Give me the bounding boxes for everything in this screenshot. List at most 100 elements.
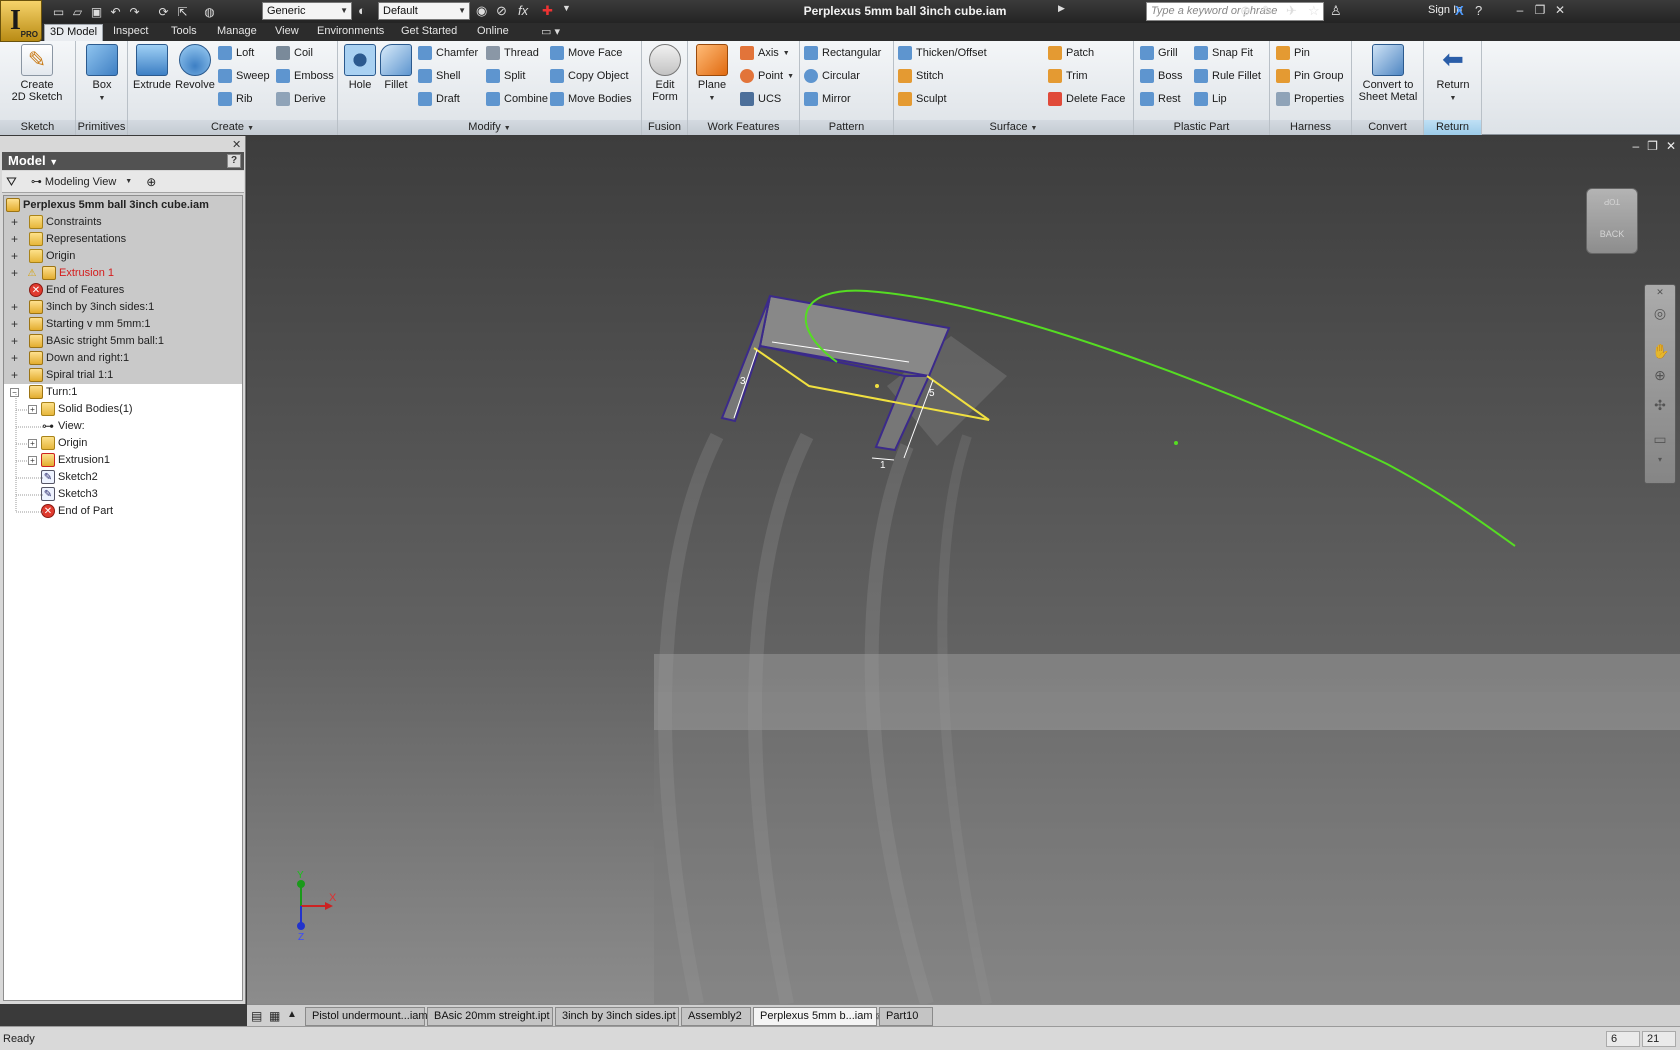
binoculars-icon[interactable]: ⊕	[1240, 3, 1251, 19]
new-icon[interactable]: ▭	[50, 3, 67, 20]
boss-button[interactable]: Boss	[1140, 66, 1182, 86]
zoom-icon[interactable]: ⊕	[1652, 367, 1668, 383]
close-icon[interactable]: ✕	[1552, 3, 1568, 19]
cascade-windows-icon[interactable]: ▦	[269, 1009, 280, 1023]
pin-group-button[interactable]: Pin Group	[1276, 66, 1344, 86]
emboss-button[interactable]: Emboss	[276, 66, 334, 86]
point-button[interactable]: Point ▼	[740, 66, 794, 86]
tab-scroll-icon[interactable]: ▲	[287, 1009, 297, 1020]
help-search-input[interactable]: Type a keyword or phrase	[1146, 2, 1324, 21]
browser-header[interactable]: Model ▼ ?	[2, 152, 244, 170]
doc-tab-pistol[interactable]: Pistol undermount...iam	[305, 1007, 428, 1026]
orbit-icon[interactable]: ✣	[1652, 397, 1668, 413]
thicken-offset-button[interactable]: Thicken/Offset	[898, 43, 987, 63]
revolve-button[interactable]: Revolve	[172, 44, 218, 91]
return-button[interactable]: ⬅ Return ▼	[1430, 44, 1476, 105]
tab-options-icon[interactable]: ▭ ▾	[536, 24, 565, 41]
convert-to-sheet-metal-button[interactable]: Convert to Sheet Metal	[1356, 44, 1420, 103]
doc-tab-assembly2[interactable]: Assembly2	[681, 1007, 751, 1026]
browser-close-icon[interactable]: ✕	[232, 138, 241, 151]
coil-button[interactable]: Coil	[276, 43, 313, 63]
panel-label-surface[interactable]: Surface ▼	[894, 120, 1133, 135]
circular-pattern-button[interactable]: Circular	[804, 66, 860, 86]
fillet-button[interactable]: Fillet	[378, 44, 414, 91]
snap-fit-button[interactable]: Snap Fit	[1194, 43, 1253, 63]
stitch-button[interactable]: Stitch	[898, 66, 944, 86]
subscription-icon[interactable]: ✈	[1286, 3, 1297, 19]
material-icon[interactable]: ◍	[201, 3, 218, 20]
viewcube[interactable]: TOP BACK	[1586, 188, 1638, 254]
patch-button[interactable]: Patch	[1048, 43, 1094, 63]
doc-tab-basic-20mm[interactable]: BAsic 20mm streight.ipt	[427, 1007, 553, 1026]
doc-tab-part10[interactable]: Part10	[879, 1007, 933, 1026]
properties-button[interactable]: Properties	[1276, 89, 1344, 109]
exchange-icon[interactable]: X	[1455, 3, 1464, 18]
viewcube-back-face[interactable]: BACK	[1587, 229, 1637, 239]
plane-button[interactable]: Plane ▼	[692, 44, 732, 105]
shell-button[interactable]: Shell	[418, 66, 460, 86]
tab-manage[interactable]: Manage	[212, 24, 262, 41]
pan-hand-icon[interactable]: ✋	[1652, 343, 1669, 359]
browser-help-icon[interactable]: ?	[227, 154, 241, 168]
box-button[interactable]: Box ▼	[82, 44, 122, 105]
filter-icon[interactable]: ⛛	[6, 174, 17, 190]
thread-button[interactable]: Thread	[486, 43, 539, 63]
combine-button[interactable]: Combine	[486, 89, 548, 109]
rest-button[interactable]: Rest	[1140, 89, 1181, 109]
steering-wheel-icon[interactable]: ◎	[1652, 305, 1668, 321]
sweep-button[interactable]: Sweep	[218, 66, 270, 86]
favorites-star-icon[interactable]: ☆	[1308, 3, 1320, 19]
axis-button[interactable]: Axis ▼	[740, 43, 790, 63]
navbar-menu-icon[interactable]: ▾	[1652, 455, 1668, 471]
ilogic-icon[interactable]: ✚	[542, 3, 553, 19]
tab-get-started[interactable]: Get Started	[396, 24, 462, 41]
clear-icon[interactable]: ⊘	[496, 3, 507, 19]
look-at-icon[interactable]: ▭	[1652, 431, 1668, 447]
hole-button[interactable]: Hole	[342, 44, 378, 91]
title-arrow-icon[interactable]: ▶	[1058, 3, 1065, 14]
chamfer-button[interactable]: Chamfer	[418, 43, 478, 63]
restore-icon[interactable]: ❐	[1532, 3, 1548, 19]
tab-inspect[interactable]: Inspect	[108, 24, 153, 41]
extrude-button[interactable]: Extrude	[130, 44, 174, 91]
save-icon[interactable]: ▣	[88, 3, 105, 20]
ucs-button[interactable]: UCS	[740, 89, 781, 109]
find-binoculars-icon[interactable]: ⊕	[146, 175, 156, 189]
tab-online[interactable]: Online	[472, 24, 514, 41]
mirror-button[interactable]: Mirror	[804, 89, 851, 109]
adjust-icon[interactable]: ◉	[476, 3, 487, 19]
application-menu-button[interactable]: I PRO	[0, 0, 42, 42]
viewcube-top-face[interactable]: TOP	[1587, 197, 1637, 206]
move-face-button[interactable]: Move Face	[550, 43, 622, 63]
tab-view[interactable]: View	[270, 24, 304, 41]
rib-button[interactable]: Rib	[218, 89, 253, 109]
panel-label-modify[interactable]: Modify ▼	[338, 120, 641, 135]
material-dropdown[interactable]: Generic ▼	[262, 2, 352, 20]
draft-button[interactable]: Draft	[418, 89, 460, 109]
edit-form-button[interactable]: Edit Form	[646, 44, 684, 103]
trim-button[interactable]: Trim	[1048, 66, 1088, 86]
minimize-icon[interactable]: –	[1512, 3, 1528, 19]
sculpt-button[interactable]: Sculpt	[898, 89, 947, 109]
tools-icon[interactable]: ✎	[1262, 3, 1273, 19]
parameters-icon[interactable]: fx	[518, 3, 528, 18]
rule-fillet-button[interactable]: Rule Fillet	[1194, 66, 1261, 86]
lip-button[interactable]: Lip	[1194, 89, 1227, 109]
tab-tools[interactable]: Tools	[166, 24, 202, 41]
loft-button[interactable]: Loft	[218, 43, 254, 63]
select-icon[interactable]: ⇱	[174, 3, 191, 20]
tab-environments[interactable]: Environments	[312, 24, 389, 41]
appearance-dropdown[interactable]: Default ▼	[378, 2, 470, 20]
doc-tab-3inch-sides[interactable]: 3inch by 3inch sides.ipt	[555, 1007, 679, 1026]
rectangular-pattern-button[interactable]: Rectangular	[804, 43, 881, 63]
delete-face-button[interactable]: Delete Face	[1048, 89, 1125, 109]
copy-object-button[interactable]: Copy Object	[550, 66, 629, 86]
open-icon[interactable]: ▱	[69, 3, 86, 20]
move-bodies-button[interactable]: Move Bodies	[550, 89, 632, 109]
create-2d-sketch-button[interactable]: ✎ Create 2D Sketch	[6, 44, 68, 103]
panel-label-create[interactable]: Create ▼	[128, 120, 337, 135]
graphics-viewport[interactable]: – ❐ ✕ 3 5 1 X Y Z TOP BACK ✕ ◎ ✋ ⊕ ✣ ▭ ▾	[247, 136, 1680, 1004]
redo-icon[interactable]: ↷	[126, 3, 143, 20]
navbar-close-icon[interactable]: ✕	[1652, 287, 1668, 303]
derive-button[interactable]: Derive	[276, 89, 326, 109]
